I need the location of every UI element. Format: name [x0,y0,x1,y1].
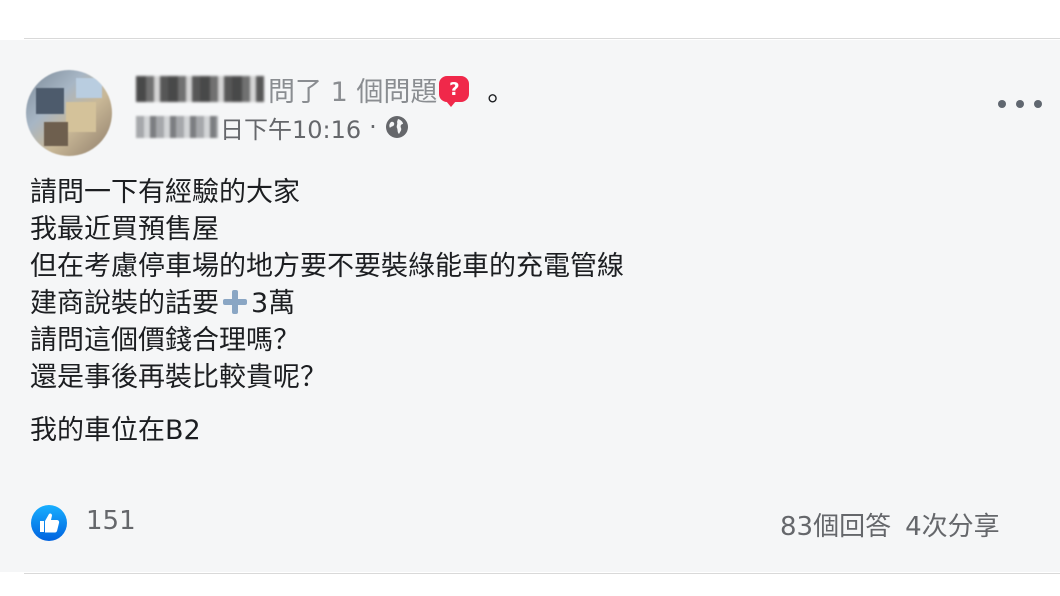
bottom-divider [24,573,1060,574]
post-stats: 83個回答 4次分享 [780,506,1000,543]
post-header-line: 問了 1 個問題 ? 。 [136,70,514,108]
screenshot-frame: 問了 1 個問題 ? 。 日下午10:16 · 請問一下有經驗的大家 我最近買預… [0,0,1060,596]
author-name-redacted[interactable] [136,76,264,102]
post-line-4: 建商說裝的話要 3萬 [30,285,1030,322]
plus-emoji-icon [221,288,249,316]
post-line-4-start: 建商說裝的話要 [30,288,219,319]
trailing-mark: 。 [487,76,515,108]
more-options-icon[interactable] [998,92,1042,116]
post-line-6: 還是事後再裝比較貴呢？ [30,362,327,393]
post-line-4-end: 3萬 [251,288,296,319]
author-action-text: 問了 1 個問題 [268,76,438,108]
meta-separator: · [369,113,377,141]
question-icon: ? [439,76,470,107]
post-line-3: 但在考慮停車場的地方要不要裝綠能車的充電管線 [30,251,624,282]
post-line-2: 我最近買預售屋 [30,214,219,245]
author-avatar[interactable] [26,70,112,156]
globe-icon[interactable] [385,115,409,139]
post-line-1: 請問一下有經驗的大家 [30,177,300,208]
post-meta: 日下午10:16 · [136,110,409,144]
date-redacted [136,116,218,138]
post-line-5: 請問這個價錢合理嗎？ [30,325,300,356]
like-count[interactable]: 151 [86,506,136,536]
comments-count[interactable]: 83個回答 [780,512,891,542]
top-divider [24,38,1060,39]
post-body: 請問一下有經驗的大家 我最近買預售屋 但在考慮停車場的地方要不要裝綠能車的充電管… [30,174,1030,449]
shares-count[interactable]: 4次分享 [905,512,1000,542]
post-timestamp[interactable]: 日下午10:16 [220,110,361,145]
post-line-7: 我的車位在B2 [30,415,201,446]
like-icon[interactable] [30,504,68,542]
